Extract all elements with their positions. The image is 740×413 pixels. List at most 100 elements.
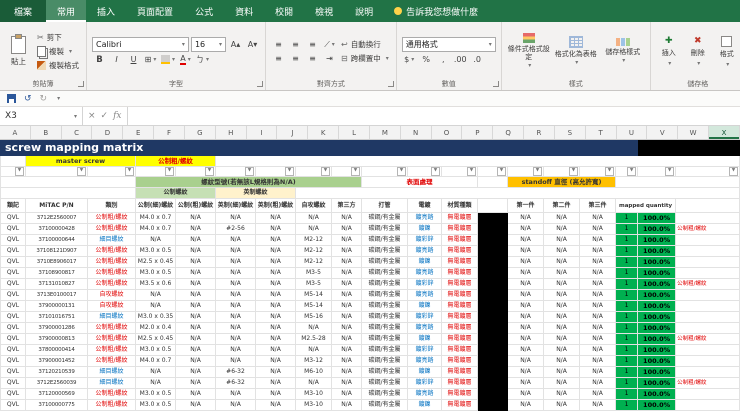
cell-cat[interactable]: 自攻螺紋 [87,300,136,312]
cell-qty[interactable]: 1 [614,245,639,257]
cell-s1[interactable]: N/A [507,355,544,367]
filter-cell[interactable]: ▼ [507,166,544,177]
cell-s2[interactable]: N/A [543,399,580,411]
cell-metric_fine[interactable]: M2.0 x 0.4 [135,322,176,334]
cell-third[interactable]: N/A [331,278,362,290]
cell-cat[interactable]: 公制粗/螺紋 [87,399,136,411]
column-letter-X[interactable]: X [709,126,740,139]
cell-imp_coarse[interactable]: N/A [255,267,296,279]
align-center-button[interactable]: ≡ [288,52,303,65]
cell-qty[interactable]: 1 [614,212,639,224]
surface-band[interactable]: 表面處理 [361,176,478,188]
cell-surface[interactable]: 無電鍍層 [441,212,478,224]
imperial-band[interactable]: 英制螺紋 [215,187,296,199]
cell-plating[interactable]: 鍍亮鉻 [407,355,442,367]
underline-button[interactable]: U [126,53,141,66]
cell-third[interactable]: N/A [331,245,362,257]
cell-third[interactable]: N/A [331,399,362,411]
cell-third[interactable]: N/A [331,223,362,235]
merge-center-button[interactable]: ⊟ 跨欄置中 ▾ [339,52,391,65]
clipboard-dialog-launcher[interactable] [78,81,84,87]
enter-icon[interactable]: ✓ [101,111,109,121]
cell-imp_fine[interactable]: #6-32 [215,366,256,378]
cell-s1[interactable]: N/A [507,289,544,301]
cell-metric_fine[interactable]: M4.0 x 0.7 [135,212,176,224]
cell-surface[interactable]: 無電鍍層 [441,333,478,345]
cell-surface[interactable]: 無電鍍層 [441,355,478,367]
column-letter-H[interactable]: H [216,126,247,139]
cell-cat[interactable]: 公制粗/螺紋 [87,278,136,290]
cell-s3[interactable]: N/A [579,223,616,235]
cell-redacted[interactable] [477,223,508,235]
percent-button[interactable]: % [419,53,434,66]
cell-tapping[interactable]: M3-12 [295,355,332,367]
filter-dropdown-icon[interactable]: ▼ [285,167,294,176]
cell-cat[interactable]: 公制粗/螺紋 [87,344,136,356]
cell-s3[interactable]: N/A [579,212,616,224]
cell-pct[interactable]: 100.0% [637,377,677,389]
cell-pct[interactable]: 100.0% [637,355,677,367]
filter-dropdown-icon[interactable]: ▼ [397,167,406,176]
cell-metric_fine[interactable]: M3.0 x 0.5 [135,388,176,400]
cell-qty[interactable]: 1 [614,355,639,367]
cell-tapping[interactable]: M2-12 [295,245,332,257]
cell-cat[interactable]: 公制粗/螺紋 [87,355,136,367]
format-as-table-button[interactable]: 格式化為表格 ▾ [554,25,598,78]
cell-right[interactable] [675,256,740,268]
cell-qvl[interactable]: QVL [0,212,26,224]
filter-cell[interactable]: ▼ [441,166,478,177]
cell-imp_coarse[interactable]: N/A [255,300,296,312]
font-color-button[interactable]: A ▾ [178,53,193,66]
cell-metric_coarse[interactable]: N/A [175,289,216,301]
cell-s3[interactable]: N/A [579,300,616,312]
cell-right[interactable] [675,289,740,301]
empty-cell[interactable] [215,155,740,167]
cell-metric_coarse[interactable]: N/A [175,267,216,279]
cell-material[interactable]: 碳鋼/有金屬 [361,311,408,323]
cell-s2[interactable]: N/A [543,234,580,246]
cell-tapping[interactable]: M2-12 [295,256,332,268]
column-header-metric_fine[interactable]: 公制(細)螺紋 [135,198,176,213]
cell-right[interactable] [675,234,740,246]
cell-tapping[interactable]: M2-12 [295,234,332,246]
cell-imp_coarse[interactable]: N/A [255,388,296,400]
column-header-imp_fine[interactable]: 英制(細)螺紋 [215,198,256,213]
cell-material[interactable]: 碳鋼/有金屬 [361,399,408,411]
cell-imp_coarse[interactable]: N/A [255,223,296,235]
cell-imp_coarse[interactable]: N/A [255,333,296,345]
filter-dropdown-icon[interactable]: ▼ [665,167,675,176]
borders-button[interactable]: ⊞ ▾ [143,53,158,66]
metric-band[interactable]: 公制螺紋 [135,187,216,199]
cell-third[interactable]: N/A [331,289,362,301]
increase-decimal-button[interactable]: .00 [453,53,468,66]
bold-button[interactable]: B [92,53,107,66]
filter-cell[interactable]: ▼ [543,166,580,177]
cell-s2[interactable]: N/A [543,267,580,279]
cell-material[interactable]: 碳鋼/有金屬 [361,377,408,389]
cell-s3[interactable]: N/A [579,322,616,334]
cell-tapping[interactable]: N/A [295,377,332,389]
cell-plating[interactable]: 鍍亮鉻 [407,289,442,301]
cell-plating[interactable]: 鍍鎳 [407,256,442,268]
cell-metric_fine[interactable]: M3.5 x 0.6 [135,278,176,290]
column-header-redacted[interactable] [477,198,508,213]
cell-qty[interactable]: 1 [614,256,639,268]
cell-redacted[interactable] [477,377,508,389]
cell-redacted[interactable] [477,289,508,301]
cell-tapping[interactable]: N/A [295,223,332,235]
cell-qty[interactable]: 1 [614,289,639,301]
cell-surface[interactable]: 無電鍍層 [441,399,478,411]
cell-s2[interactable]: N/A [543,377,580,389]
cell-pn[interactable]: 37900000813 [25,333,88,345]
cell-qvl[interactable]: QVL [0,289,26,301]
cell-imp_coarse[interactable]: N/A [255,234,296,246]
cell-imp_fine[interactable]: N/A [215,344,256,356]
cell-qvl[interactable]: QVL [0,234,26,246]
cell-third[interactable]: N/A [331,256,362,268]
italic-button[interactable]: I [109,53,124,66]
cell-pn[interactable]: 37100000775 [25,399,88,411]
cell-s3[interactable]: N/A [579,311,616,323]
cell-plating[interactable]: 鍍彩鋅 [407,234,442,246]
filter-dropdown-icon[interactable]: ▼ [165,167,174,176]
cell-imp_coarse[interactable]: N/A [255,278,296,290]
